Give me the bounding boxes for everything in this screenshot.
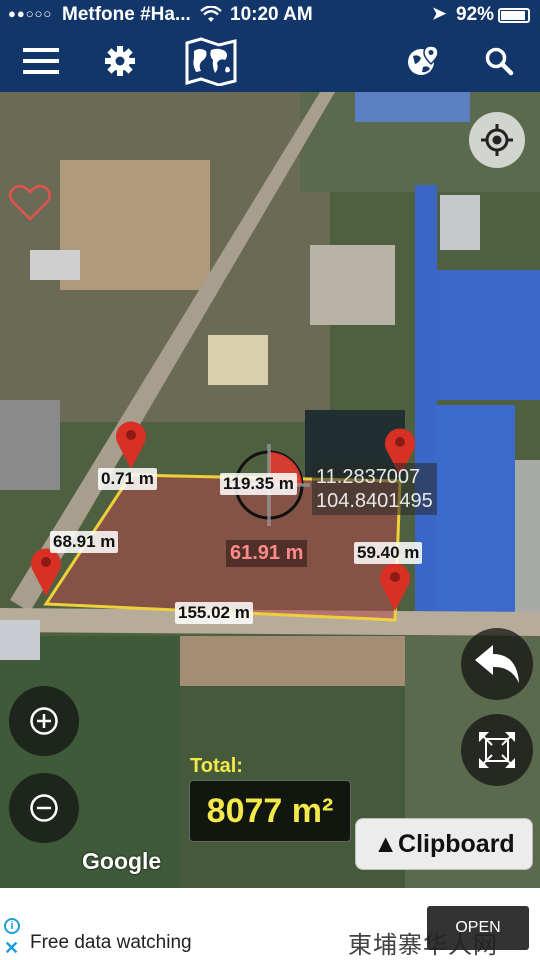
coordinates-readout: 11.2837007 104.8401495 — [312, 463, 437, 515]
wifi-icon — [200, 5, 222, 30]
clipboard-button[interactable]: ▲Clipboard — [355, 818, 533, 870]
heart-icon[interactable] — [8, 184, 52, 222]
total-title: Total: — [190, 755, 243, 777]
segment-length-label: 68.91 m — [50, 531, 119, 553]
segment-length-label: 59.40 m — [354, 542, 423, 564]
ad-text[interactable]: Free data watching — [30, 932, 192, 954]
crosshair-target-icon — [481, 124, 513, 156]
area-segment-label: 61.91 m — [226, 540, 308, 567]
top-toolbar — [0, 30, 540, 92]
segment-length-label: 0.71 m — [98, 468, 157, 490]
fullscreen-button[interactable] — [461, 714, 533, 786]
undo-arrow-icon — [475, 645, 519, 683]
minus-icon — [30, 794, 58, 822]
segment-length-label: 155.02 m — [175, 602, 253, 624]
my-location-button[interactable] — [469, 112, 525, 168]
ad-info-icon[interactable]: i — [4, 918, 20, 934]
battery-icon — [498, 8, 530, 23]
latitude-value: 11.2837007 — [316, 466, 421, 488]
menu-icon[interactable] — [18, 38, 64, 84]
battery-percent: 92% — [456, 4, 495, 25]
map-pin-icon[interactable] — [378, 562, 412, 612]
carrier-name: Metfone #Ha... — [62, 4, 191, 25]
search-icon[interactable] — [476, 38, 522, 84]
map-pin-icon[interactable] — [114, 420, 148, 470]
watermark: 東埔寨华人网 — [348, 931, 498, 959]
satellite-map[interactable]: 0.71 m 119.35 m 68.91 m 59.40 m 155.02 m… — [0, 92, 540, 888]
google-logo: Google — [82, 848, 162, 874]
undo-button[interactable] — [461, 628, 533, 700]
zoom-in-button[interactable] — [9, 686, 79, 756]
status-time: 10:20 AM — [230, 4, 313, 25]
signal-strength: ●●○○○ — [8, 6, 53, 21]
globe-pin-icon[interactable] — [400, 38, 446, 84]
longitude-value: 104.8401495 — [316, 490, 433, 512]
ad-close-icon[interactable]: ✕ — [4, 938, 19, 959]
segment-length-label: 119.35 m — [220, 473, 297, 495]
zoom-out-button[interactable] — [9, 773, 79, 843]
plus-icon — [30, 707, 58, 735]
map-pin-icon[interactable] — [29, 547, 63, 597]
total-area-value: 8077 m² — [189, 780, 351, 842]
world-map-icon[interactable] — [182, 34, 240, 88]
settings-icon[interactable] — [97, 38, 143, 84]
location-arrow-icon: ➤ — [432, 4, 447, 23]
expand-icon — [479, 732, 515, 768]
status-bar: ●●○○○ Metfone #Ha... 10:20 AM ➤ 92% — [0, 0, 540, 30]
